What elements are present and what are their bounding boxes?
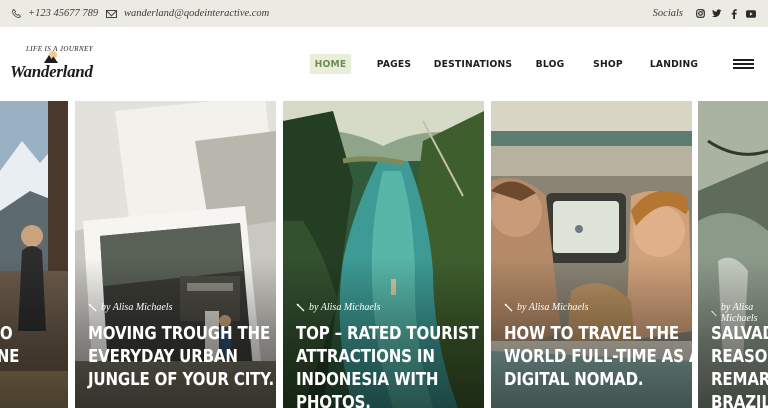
facebook-icon[interactable] — [729, 8, 739, 19]
phone-contact[interactable]: +123 45677 789 — [12, 0, 98, 27]
card-title[interactable]: TOP – RATED TOURIST ATTRACTIONS IN INDON… — [296, 323, 479, 408]
nav-item-shop[interactable]: SHOP — [590, 54, 627, 74]
card-title[interactable]: S TO TONE — [0, 323, 19, 369]
site-logo[interactable]: LIFE IS A JOURNEY Wanderland — [10, 45, 94, 87]
pen-icon — [504, 303, 513, 312]
twitter-icon[interactable] — [712, 9, 722, 19]
social-links: Socials — [653, 0, 756, 27]
logo-tagline: LIFE IS A JOURNEY — [26, 45, 94, 53]
card-byline[interactable]: by Alisa Michaels — [296, 302, 380, 313]
slider-card[interactable]: by Alisa Michaels SALVAD REASON REMARK B… — [698, 101, 768, 408]
instagram-icon[interactable] — [695, 9, 705, 19]
mail-icon — [106, 9, 117, 18]
slider-card[interactable]: by Alisa Michaels TOP – RATED TOURIST AT… — [283, 101, 484, 408]
nav-item-blog[interactable]: BLOG — [530, 54, 570, 74]
nav-item-home[interactable]: HOME — [309, 54, 352, 74]
socials-label: Socials — [652, 8, 683, 19]
pen-icon — [711, 310, 717, 316]
nav-item-landing[interactable]: LANDING — [650, 54, 698, 74]
card-title[interactable]: SALVAD REASON REMARK BRAZILI — [711, 323, 768, 408]
slider-card[interactable]: S TO TONE — [0, 101, 68, 408]
card-title[interactable]: MOVING TROUGH THE EVERYDAY URBAN JUNGLE … — [88, 323, 274, 392]
pen-icon — [88, 303, 97, 312]
site-header: LIFE IS A JOURNEY Wanderland HOME PAGES … — [0, 27, 768, 101]
featured-posts-slider[interactable]: S TO TONE by Alisa Michaels MOVING TROU — [0, 101, 768, 408]
card-byline[interactable]: by Alisa Michaels — [88, 302, 172, 313]
author-name: by Alisa Michaels — [101, 302, 173, 313]
card-byline[interactable]: by Alisa Michaels — [504, 302, 588, 313]
email-address: wanderland@qodeinteractive.com — [124, 8, 270, 19]
nav-item-destinations[interactable]: DESTINATIONS — [434, 54, 512, 74]
email-contact[interactable]: wanderland@qodeinteractive.com — [106, 0, 269, 27]
top-bar: +123 45677 789 wanderland@qodeinteractiv… — [0, 0, 768, 27]
card-title[interactable]: HOW TO TRAVEL THE WORLD FULL-TIME AS A D… — [504, 323, 692, 392]
author-name: by Alisa Michaels — [720, 302, 758, 324]
hamburger-icon[interactable] — [733, 59, 754, 69]
youtube-icon[interactable] — [746, 9, 756, 19]
logo-wordmark: Wanderland — [10, 62, 93, 81]
card-byline[interactable]: by Alisa Michaels — [711, 302, 768, 324]
phone-icon — [12, 9, 21, 18]
author-name: by Alisa Michaels — [309, 302, 381, 313]
slider-card[interactable]: by Alisa Michaels MOVING TROUGH THE EVER… — [75, 101, 276, 408]
pen-icon — [296, 303, 305, 312]
nav-item-pages[interactable]: PAGES — [373, 54, 415, 74]
author-name: by Alisa Michaels — [517, 302, 589, 313]
phone-number: +123 45677 789 — [28, 8, 99, 19]
slider-card[interactable]: by Alisa Michaels HOW TO TRAVEL THE WORL… — [491, 101, 692, 408]
